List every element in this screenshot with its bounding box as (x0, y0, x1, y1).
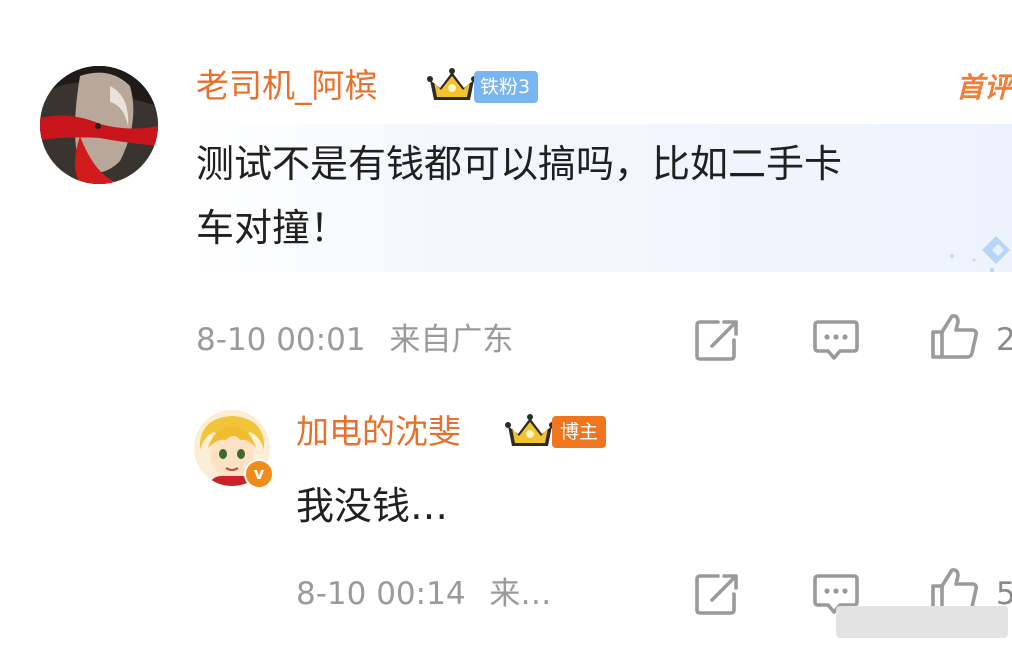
avatar-image (40, 66, 158, 184)
comment-text-line-2: 车对撞！ (196, 206, 349, 250)
fan-level-badge: 铁粉3 (474, 71, 539, 103)
reply-location: 来… (489, 576, 552, 612)
comment-timestamp: 8-10 00:01 (196, 322, 366, 358)
like-icon[interactable] (930, 312, 980, 360)
avatar[interactable] (40, 66, 158, 184)
reply-timestamp: 8-10 00:14 (296, 576, 466, 612)
crown-icon (427, 68, 477, 100)
share-icon[interactable] (694, 318, 740, 362)
blogger-badge: 博主 (552, 416, 607, 448)
comment-username[interactable]: 老司机_阿槟 (196, 66, 378, 106)
verified-icon: v (244, 459, 274, 489)
comment-location: 来自广东 (389, 322, 514, 358)
reply-text: 我没钱… (296, 484, 449, 528)
first-comment-label: 首评 (956, 71, 1012, 104)
comment-text-line-1: 测试不是有钱都可以搞吗，比如二手卡 (196, 142, 843, 186)
reply-username[interactable]: 加电的沈斐 (296, 412, 461, 452)
share-icon[interactable] (694, 572, 740, 616)
like-count: 2 (996, 322, 1012, 358)
watermark (836, 606, 1008, 638)
decoration-sparkle-icon (950, 236, 1010, 272)
crown-icon (505, 414, 555, 446)
reply-meta: 8-10 00:14 来… (296, 574, 551, 614)
comment-meta: 8-10 00:01 来自广东 (196, 320, 513, 360)
comment-icon[interactable] (812, 318, 860, 362)
